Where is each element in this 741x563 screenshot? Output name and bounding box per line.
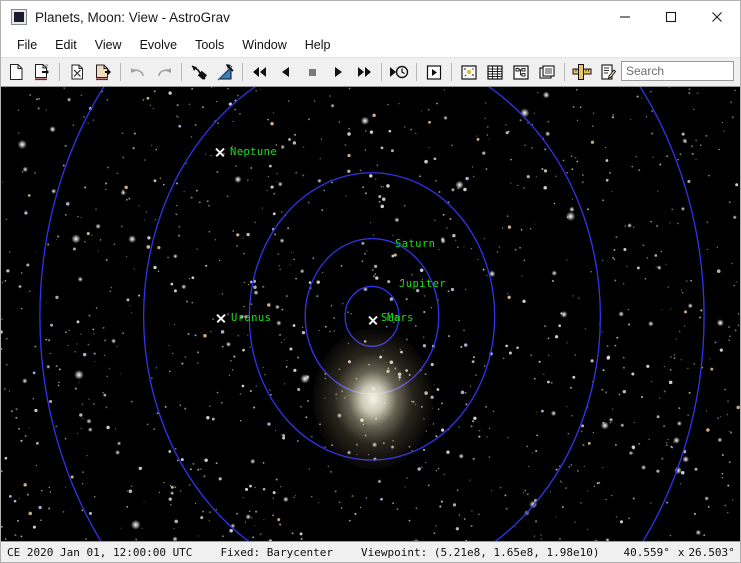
close-document-button[interactable] bbox=[64, 60, 90, 84]
add-object-icon bbox=[191, 64, 207, 80]
status-bar: CE 2020 Jan 01, 12:00:00 UTC Fixed: Bary… bbox=[1, 541, 740, 562]
add-object-button[interactable] bbox=[186, 60, 212, 84]
astrograv-window: Planets, Moon: View - AstroGrav File Edi… bbox=[0, 0, 741, 563]
step-backward-button[interactable] bbox=[273, 60, 299, 84]
toolbar-separator bbox=[181, 63, 182, 81]
step-backward-icon bbox=[282, 67, 289, 77]
minimize-icon bbox=[620, 16, 630, 18]
menu-bar: File Edit View Evolve Tools Window Help bbox=[1, 33, 740, 57]
toolbar-separator bbox=[381, 63, 382, 81]
undo-icon bbox=[131, 68, 144, 77]
tile-windows-button[interactable] bbox=[534, 60, 560, 84]
neptune-orbit bbox=[39, 87, 705, 541]
view-window-icon bbox=[461, 64, 477, 80]
maximize-icon bbox=[665, 11, 677, 23]
title-bar: Planets, Moon: View - AstroGrav bbox=[1, 1, 740, 33]
label-neptune[interactable]: Neptune bbox=[230, 146, 277, 158]
jupiter-orbit bbox=[304, 237, 440, 395]
save-document-icon bbox=[95, 64, 111, 81]
close-icon bbox=[712, 12, 722, 22]
hierarchy-window-button[interactable] bbox=[508, 60, 534, 84]
rewind-button[interactable] bbox=[247, 60, 273, 84]
maximize-button[interactable] bbox=[648, 1, 694, 33]
undo-button[interactable] bbox=[125, 60, 151, 84]
menu-item-edit[interactable]: Edit bbox=[46, 36, 86, 54]
menu-item-window[interactable]: Window bbox=[233, 36, 295, 54]
status-angle-y: 26.503° bbox=[688, 545, 735, 559]
stop-button[interactable] bbox=[299, 60, 325, 84]
view-canvas[interactable]: Neptune Uranus Saturn Jupiter Sun Mars bbox=[1, 87, 740, 541]
minimize-button[interactable] bbox=[602, 1, 648, 33]
toolbar-separator bbox=[242, 63, 243, 81]
window-controls bbox=[602, 1, 740, 33]
save-document-button[interactable] bbox=[90, 60, 116, 84]
open-document-icon: 2 bbox=[34, 64, 49, 81]
status-datetime: CE 2020 Jan 01, 12:00:00 UTC bbox=[7, 545, 193, 559]
new-document-button[interactable] bbox=[3, 60, 29, 84]
menu-item-tools[interactable]: Tools bbox=[186, 36, 233, 54]
status-reference: Fixed: Barycenter bbox=[220, 545, 334, 559]
menu-item-view[interactable]: View bbox=[86, 36, 131, 54]
play-forward-button[interactable] bbox=[325, 60, 351, 84]
edit-properties-icon bbox=[601, 64, 617, 80]
orbit-paths bbox=[39, 87, 705, 541]
play-timer-icon bbox=[390, 65, 409, 79]
redo-icon bbox=[158, 68, 171, 77]
toolbar: 2 Search bbox=[1, 57, 740, 87]
menu-item-file[interactable]: File bbox=[8, 36, 46, 54]
label-jupiter[interactable]: Jupiter bbox=[399, 278, 446, 290]
label-uranus[interactable]: Uranus bbox=[231, 312, 271, 324]
toolbar-separator bbox=[59, 63, 60, 81]
open-document-button[interactable]: 2 bbox=[29, 60, 55, 84]
search-input[interactable] bbox=[621, 61, 734, 81]
new-document-icon bbox=[9, 64, 22, 80]
menu-item-help[interactable]: Help bbox=[296, 36, 340, 54]
close-button[interactable] bbox=[694, 1, 740, 33]
tile-windows-icon bbox=[539, 64, 555, 79]
label-saturn[interactable]: Saturn bbox=[395, 238, 435, 250]
stop-icon bbox=[309, 69, 316, 76]
measure-angle-button[interactable] bbox=[212, 60, 238, 84]
redo-button[interactable] bbox=[151, 60, 177, 84]
app-window-icon bbox=[11, 9, 27, 25]
saturn-orbit bbox=[248, 172, 496, 461]
toolbar-separator bbox=[451, 63, 452, 81]
status-angle-x: 40.559° bbox=[623, 545, 670, 559]
svg-text:2: 2 bbox=[45, 64, 48, 70]
toolbar-separator bbox=[120, 63, 121, 81]
toolbar-separator bbox=[416, 63, 417, 81]
animation-window-button[interactable] bbox=[421, 60, 447, 84]
close-document-icon bbox=[71, 64, 83, 80]
toolbar-separator bbox=[564, 63, 565, 81]
fast-forward-icon bbox=[358, 67, 371, 77]
status-angle-sep: x bbox=[677, 545, 685, 559]
window-title: Planets, Moon: View - AstroGrav bbox=[35, 9, 230, 25]
ruler-button[interactable] bbox=[569, 60, 595, 84]
rewind-icon bbox=[253, 67, 266, 77]
fast-forward-button[interactable] bbox=[351, 60, 377, 84]
view-window-button[interactable] bbox=[456, 60, 482, 84]
measure-angle-icon bbox=[217, 63, 234, 80]
label-mars[interactable]: Mars bbox=[387, 312, 414, 324]
uranus-orbit bbox=[143, 87, 601, 541]
edit-properties-button[interactable] bbox=[595, 60, 621, 84]
menu-item-evolve[interactable]: Evolve bbox=[131, 36, 187, 54]
hierarchy-window-icon bbox=[513, 64, 529, 80]
play-forward-icon bbox=[335, 67, 342, 77]
animation-window-icon bbox=[426, 64, 442, 80]
table-window-button[interactable] bbox=[482, 60, 508, 84]
status-viewpoint: Viewpoint: (5.21e8, 1.65e8, 1.98e10) bbox=[361, 545, 600, 559]
table-window-icon bbox=[487, 64, 503, 80]
ruler-icon bbox=[572, 64, 592, 80]
play-timer-button[interactable] bbox=[386, 60, 412, 84]
